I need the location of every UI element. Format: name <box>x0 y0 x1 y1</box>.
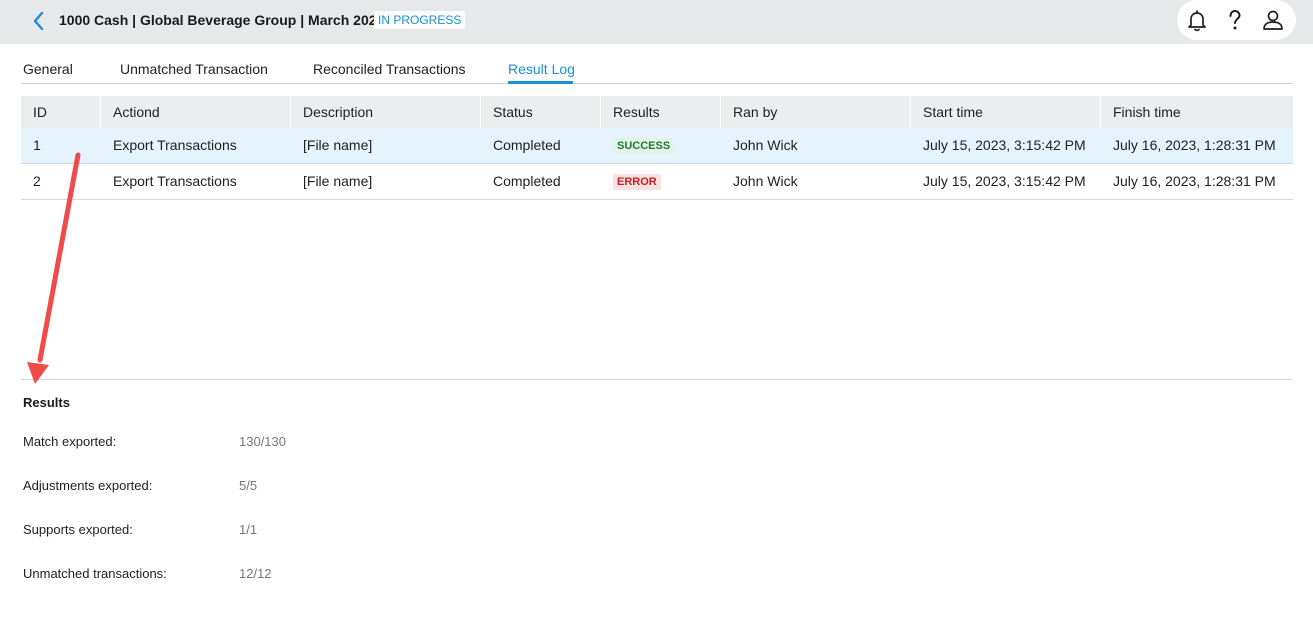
column-header-description[interactable]: Description <box>290 96 480 128</box>
cell-action: Export Transactions <box>113 137 237 153</box>
result-value-adjustments-exported: 5/5 <box>239 478 258 493</box>
bell-icon[interactable] <box>1185 8 1209 32</box>
cell-finish-time: July 16, 2023, 1:28:31 PM <box>1113 173 1276 189</box>
success-badge: SUCCESS <box>613 138 675 155</box>
column-header-id[interactable]: ID <box>21 96 100 128</box>
cell-id: 1 <box>33 137 41 153</box>
cell-ran-by: John Wick <box>733 173 798 189</box>
cell-start-time: July 15, 2023, 3:15:42 PM <box>923 137 1086 153</box>
cell-result: ERROR <box>601 164 661 199</box>
cell-start-time: July 15, 2023, 3:15:42 PM <box>923 173 1086 189</box>
result-log-table: ID Actiond Description Status Results Ra… <box>21 96 1293 200</box>
cell-finish-time: July 16, 2023, 1:28:31 PM <box>1113 137 1276 153</box>
status-badge: IN PROGRESS <box>374 11 466 29</box>
column-header-start-time[interactable]: Start time <box>910 96 1100 128</box>
result-value-match-exported: 130/130 <box>239 434 286 449</box>
cell-id: 2 <box>33 173 41 189</box>
chevron-left-icon[interactable] <box>30 10 50 32</box>
tab-result-log[interactable]: Result Log <box>508 61 575 77</box>
cell-description: [File name] <box>303 137 373 153</box>
table-row[interactable]: 2 Export Transactions [File name] Comple… <box>21 164 1293 200</box>
cell-ran-by: John Wick <box>733 137 798 153</box>
tab-bar: General Unmatched Transaction Reconciled… <box>21 55 1293 84</box>
column-header-action[interactable]: Actiond <box>100 96 290 128</box>
result-value-supports-exported: 1/1 <box>239 522 258 537</box>
table-header: ID Actiond Description Status Results Ra… <box>21 96 1293 128</box>
column-header-finish-time[interactable]: Finish time <box>1100 96 1293 128</box>
cell-description: [File name] <box>303 173 373 189</box>
top-bar: 1000 Cash | Global Beverage Group | Marc… <box>0 0 1313 44</box>
top-actions <box>1177 0 1296 40</box>
cell-status: Completed <box>493 173 561 189</box>
cell-result: SUCCESS <box>601 128 675 163</box>
error-badge: ERROR <box>613 174 661 191</box>
result-label-adjustments-exported: Adjustments exported: <box>23 478 153 493</box>
result-label-supports-exported: Supports exported: <box>23 522 133 537</box>
section-divider <box>21 379 1293 380</box>
question-icon[interactable] <box>1223 8 1247 32</box>
result-value-unmatched-transactions: 12/12 <box>239 566 272 581</box>
tab-general[interactable]: General <box>23 61 73 77</box>
user-icon[interactable] <box>1261 8 1285 32</box>
table-row[interactable]: 1 Export Transactions [File name] Comple… <box>21 128 1293 164</box>
column-header-status[interactable]: Status <box>480 96 600 128</box>
tab-reconciled-transactions[interactable]: Reconciled Transactions <box>313 61 466 77</box>
results-title: Results <box>23 395 70 410</box>
column-header-results[interactable]: Results <box>600 96 720 128</box>
cell-action: Export Transactions <box>113 173 237 189</box>
page-title: 1000 Cash | Global Beverage Group | Marc… <box>59 12 385 28</box>
tab-unmatched-transaction[interactable]: Unmatched Transaction <box>120 61 268 77</box>
active-tab-indicator <box>508 81 573 84</box>
result-label-unmatched-transactions: Unmatched transactions: <box>23 566 167 581</box>
column-header-ran-by[interactable]: Ran by <box>720 96 910 128</box>
result-label-match-exported: Match exported: <box>23 434 117 449</box>
cell-status: Completed <box>493 137 561 153</box>
